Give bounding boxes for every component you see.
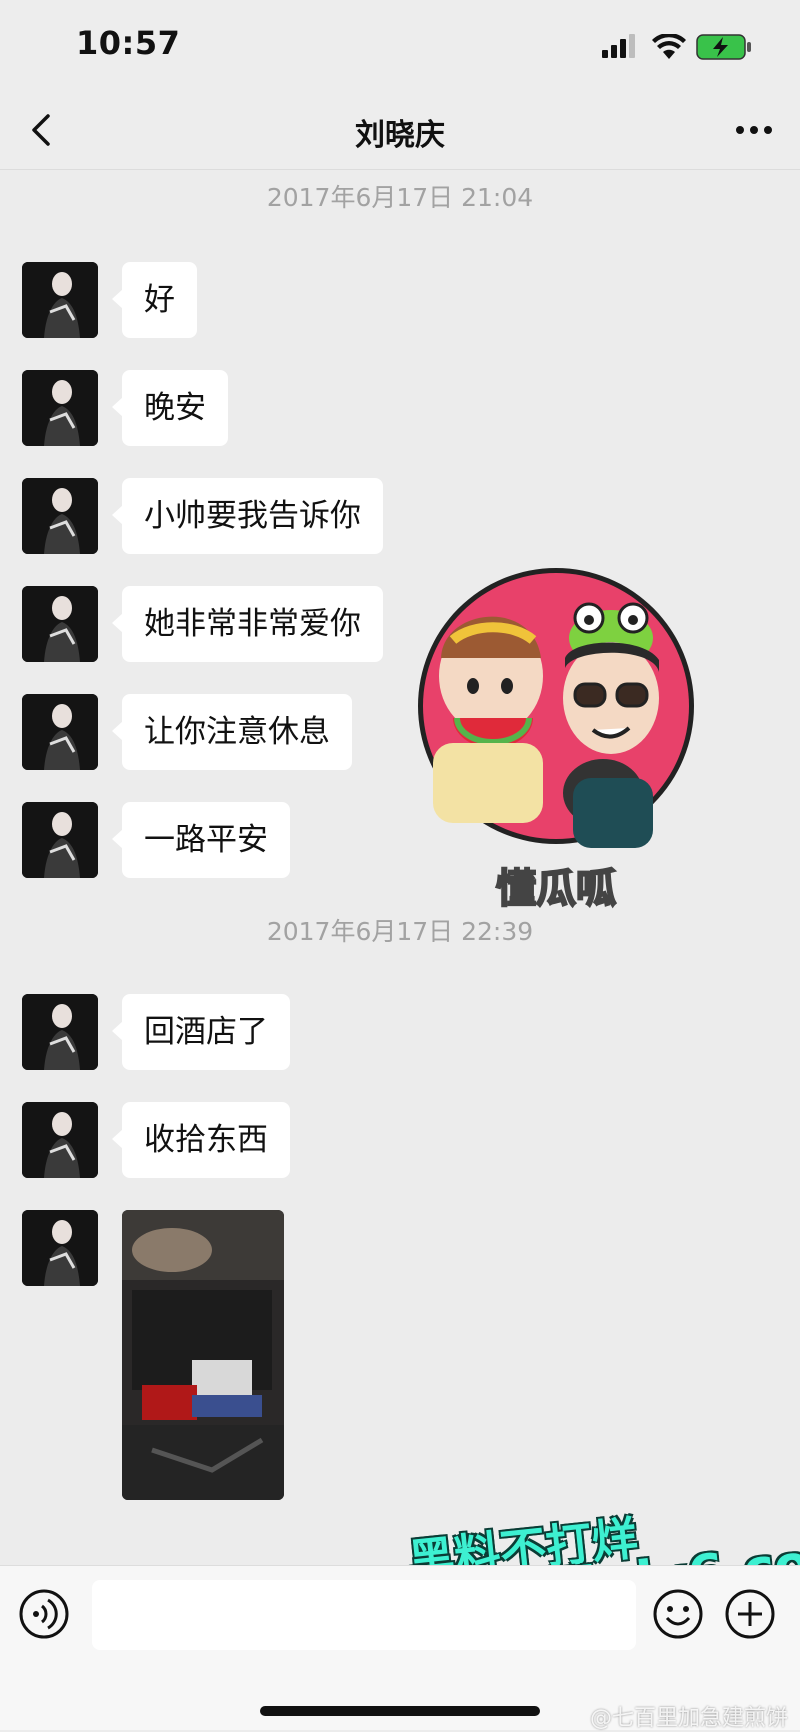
nav-bar: 刘晓庆: [0, 92, 800, 170]
message-bubble[interactable]: 好: [112, 262, 197, 338]
message-bubble[interactable]: 一路平安: [112, 802, 290, 878]
status-time: 10:57: [76, 24, 181, 62]
sticker-overlay: 懂瓜呱: [403, 568, 709, 928]
image-message[interactable]: [122, 1210, 284, 1500]
message-bubble[interactable]: 她非常非常爱你: [112, 586, 383, 662]
contact-avatar[interactable]: [22, 694, 98, 770]
contact-avatar[interactable]: [22, 478, 98, 554]
wifi-icon: [652, 34, 686, 59]
more-icon[interactable]: [730, 110, 778, 150]
input-bar: @七百里加急建煎饼: [0, 1565, 800, 1731]
home-indicator: [260, 1706, 540, 1716]
message-bubble[interactable]: 晚安: [112, 370, 228, 446]
timestamp: 2017年6月17日 21:04: [266, 183, 534, 212]
status-icons: [602, 34, 752, 60]
contact-avatar[interactable]: [22, 994, 98, 1070]
contact-avatar[interactable]: [22, 586, 98, 662]
contact-avatar[interactable]: [22, 262, 98, 338]
status-bar: 10:57: [0, 0, 800, 92]
plus-icon[interactable]: [724, 1588, 776, 1640]
sticker-caption: 懂瓜呱: [496, 866, 616, 912]
emoji-icon[interactable]: [652, 1588, 704, 1640]
contact-avatar[interactable]: [22, 1210, 98, 1286]
battery-icon: [696, 34, 751, 60]
message-input[interactable]: [92, 1580, 636, 1650]
message-bubble[interactable]: 让你注意休息: [112, 694, 352, 770]
signal-icon: [602, 34, 635, 58]
message-bubble[interactable]: 回酒店了: [112, 994, 290, 1070]
voice-icon[interactable]: [18, 1588, 70, 1640]
weibo-watermark: @七百里加急建煎饼: [589, 1706, 788, 1731]
contact-avatar[interactable]: [22, 1102, 98, 1178]
contact-avatar[interactable]: [22, 802, 98, 878]
message-bubble[interactable]: 收拾东西: [112, 1102, 290, 1178]
contact-avatar[interactable]: [22, 370, 98, 446]
chat-title: 刘晓庆: [355, 118, 445, 153]
message-bubble[interactable]: 小帅要我告诉你: [112, 478, 383, 554]
